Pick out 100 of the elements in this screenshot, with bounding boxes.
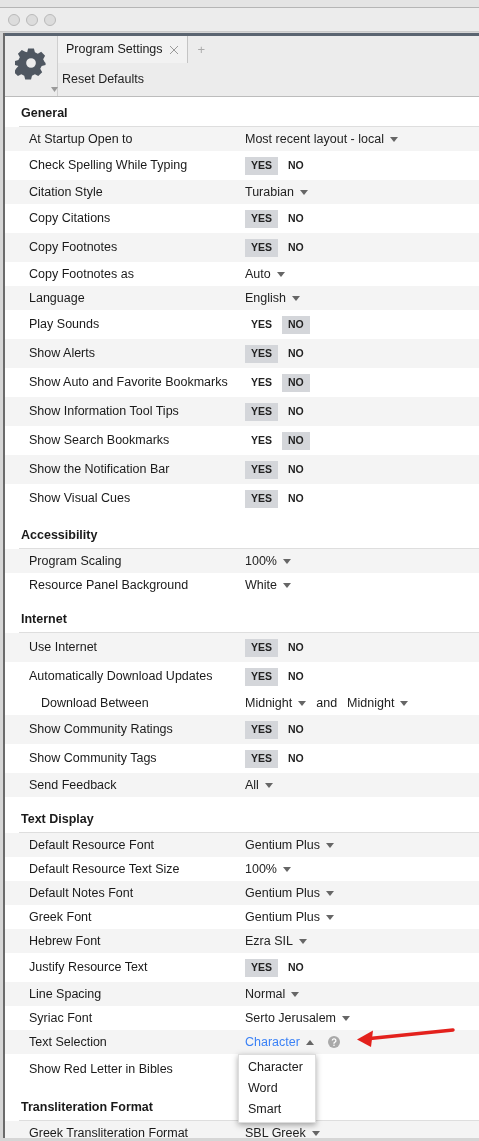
caret-icon[interactable] [326, 914, 335, 920]
setting-label: Check Spelling While Typing [28, 157, 189, 175]
toggle-option[interactable]: NO [282, 749, 310, 768]
dropdown[interactable]: 100% [245, 551, 291, 571]
caret-icon[interactable] [283, 558, 291, 564]
caret-icon[interactable] [299, 189, 308, 195]
joiner-text: and [316, 694, 338, 712]
toggle-option[interactable]: YES [245, 667, 278, 686]
dropdown[interactable]: Gentium Plus [245, 883, 335, 903]
setting-label: Copy Footnotes [28, 239, 119, 257]
toggle-option[interactable]: NO [282, 720, 310, 739]
caret-icon[interactable] [342, 1015, 350, 1021]
toggle-option[interactable]: YES [245, 489, 278, 508]
setting-label: Show Auto and Favorite Bookmarks [28, 374, 229, 392]
toggle-option[interactable]: YES [245, 431, 278, 450]
caret-icon[interactable] [400, 700, 409, 706]
toggle-option[interactable]: NO [282, 315, 310, 334]
setting-label: Show Community Ratings [28, 721, 174, 739]
dropdown[interactable]: Most recent layout - local [245, 129, 398, 149]
toggle-option[interactable]: NO [282, 238, 310, 257]
dropdown[interactable]: Normal [245, 984, 300, 1004]
caret-icon[interactable] [305, 1039, 314, 1045]
menu-item[interactable]: Smart [239, 1099, 315, 1120]
toggle-option[interactable]: YES [245, 344, 278, 363]
dropdown[interactable]: Gentium Plus [245, 835, 335, 855]
toggle-option[interactable]: NO [282, 958, 310, 977]
toggle-option[interactable]: NO [282, 667, 310, 686]
caret-icon[interactable] [298, 938, 307, 944]
setting-label: Resource Panel Background [28, 576, 190, 594]
setting-label: Play Sounds [28, 316, 101, 334]
toggle-option[interactable]: NO [282, 402, 310, 421]
toggle-option[interactable]: YES [245, 958, 278, 977]
dropdown[interactable]: Ezra SIL [245, 931, 307, 951]
toggle-option[interactable]: YES [245, 638, 278, 657]
section-heading: Internet [20, 612, 67, 626]
dropdown[interactable]: Turabian [245, 182, 308, 202]
toggle-option[interactable]: NO [282, 209, 310, 228]
setting-label: Language [28, 289, 86, 307]
toggle-option[interactable]: NO [282, 489, 310, 508]
toggle-option[interactable]: YES [245, 156, 278, 175]
section-heading: General [20, 106, 68, 120]
toggle-option[interactable]: NO [282, 344, 310, 363]
caret-icon[interactable] [326, 842, 335, 848]
menu-item[interactable]: Character [239, 1057, 315, 1078]
toggle-option[interactable]: YES [245, 720, 278, 739]
setting-label: Send Feedback [28, 776, 118, 794]
menu-item[interactable]: Word [239, 1078, 315, 1099]
dropdown[interactable]: 100% [245, 859, 291, 879]
setting-label: Citation Style [28, 183, 104, 201]
toggle-option[interactable]: NO [282, 638, 310, 657]
section-heading: Accessibility [20, 528, 98, 542]
setting-label: Justify Resource Text [28, 959, 149, 977]
toggle-option[interactable]: YES [245, 402, 278, 421]
setting-label: Default Notes Font [28, 884, 135, 902]
dropdown[interactable]: All [245, 775, 273, 795]
gear-icon[interactable] [15, 48, 47, 80]
toggle-option[interactable]: YES [245, 209, 278, 228]
toggle-option[interactable]: YES [245, 373, 278, 392]
dropdown[interactable]: Serto Jerusalem [245, 1008, 350, 1028]
setting-label: Show Visual Cues [28, 490, 132, 508]
caret-icon[interactable] [291, 991, 300, 997]
toggle-option[interactable]: NO [282, 373, 310, 392]
setting-label: Copy Citations [28, 210, 112, 228]
setting-label: Line Spacing [28, 985, 103, 1003]
setting-label: Greek Transliteration Format [28, 1124, 190, 1138]
dropdown[interactable]: Midnight [347, 693, 409, 713]
dropdown[interactable]: Midnight [245, 693, 307, 713]
caret-icon[interactable] [276, 271, 285, 277]
dropdown[interactable]: White [245, 575, 291, 595]
dropdown[interactable]: SBL Greek [245, 1123, 320, 1138]
section-heading: Transliteration Format [20, 1100, 153, 1114]
toggle-option[interactable]: YES [245, 749, 278, 768]
caret-icon[interactable] [311, 1130, 320, 1136]
setting-label: Automatically Download Updates [28, 668, 214, 686]
caret-icon[interactable] [282, 582, 291, 588]
setting-label: Copy Footnotes as [28, 265, 135, 283]
setting-label: Text Selection [28, 1033, 108, 1051]
toggle-option[interactable]: YES [245, 238, 278, 257]
caret-icon[interactable] [298, 700, 307, 706]
caret-icon[interactable] [389, 136, 398, 142]
caret-icon[interactable] [283, 866, 291, 872]
toggle-option[interactable]: NO [282, 431, 310, 450]
dropdown[interactable]: Gentium Plus [245, 907, 335, 927]
setting-label: Default Resource Text Size [28, 860, 181, 878]
dropdown[interactable]: English [245, 288, 300, 308]
toggle-option[interactable]: YES [245, 315, 278, 334]
setting-label: Syriac Font [28, 1009, 94, 1027]
caret-icon[interactable] [264, 782, 273, 788]
toggle-option[interactable]: NO [282, 156, 310, 175]
caret-icon[interactable] [326, 890, 335, 896]
tab[interactable]: Program Settings [58, 36, 188, 63]
setting-label: Hebrew Font [28, 932, 102, 950]
setting-label: Show Information Tool Tips [28, 403, 180, 421]
caret-icon[interactable] [292, 295, 300, 301]
dropdown[interactable]: Auto [245, 264, 285, 284]
setting-label: Greek Font [28, 908, 93, 926]
toggle-option[interactable]: NO [282, 460, 310, 479]
toggle-option[interactable]: YES [245, 460, 278, 479]
setting-label: Use Internet [28, 639, 99, 657]
reset-defaults-button[interactable]: Reset Defaults [62, 70, 144, 89]
